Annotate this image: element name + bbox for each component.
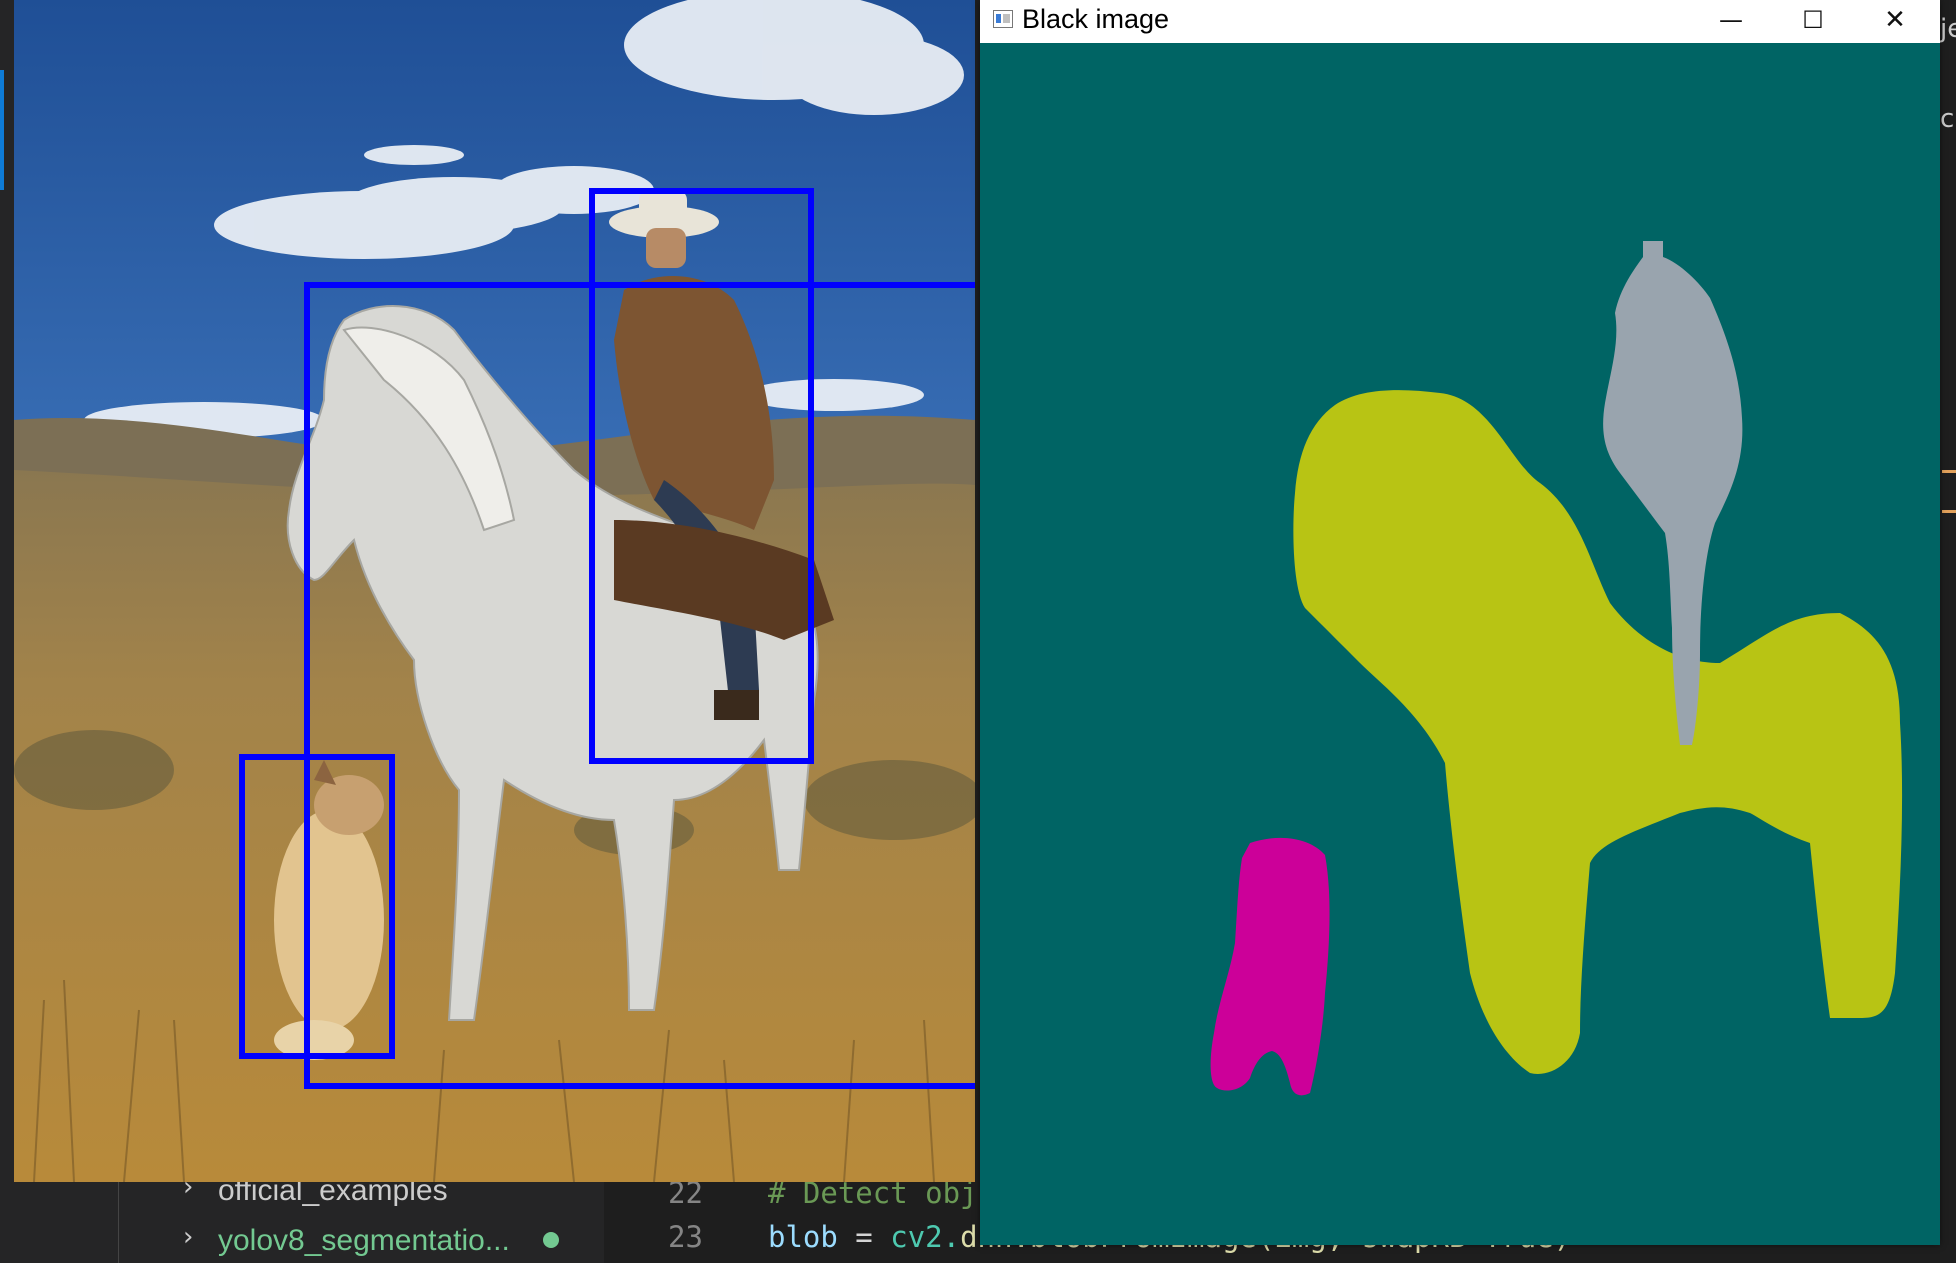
tab-fragment: je xyxy=(1940,14,1956,44)
minimize-button[interactable]: — xyxy=(1690,0,1772,43)
diff-marker xyxy=(1942,470,1956,473)
app-window-icon xyxy=(993,10,1013,28)
maximize-button[interactable]: ☐ xyxy=(1772,0,1854,43)
close-button[interactable]: ✕ xyxy=(1854,0,1936,43)
tree-indent-guide xyxy=(118,1170,119,1263)
window-title: Black image xyxy=(1022,4,1170,34)
explorer-item-yolov8-segmentation[interactable]: yolov8_segmentatio... xyxy=(218,1224,510,1258)
code-token-variable: blob xyxy=(768,1220,838,1254)
bbox-horse xyxy=(304,282,975,1089)
bbox-dog xyxy=(239,754,395,1059)
text-fragment: c xyxy=(1940,104,1955,134)
mask-canvas xyxy=(980,43,1940,1245)
line-number: 23 xyxy=(668,1220,703,1254)
diff-marker xyxy=(1942,510,1956,513)
window-titlebar[interactable]: Black image — ☐ ✕ xyxy=(980,0,1940,43)
code-token-module: cv2. xyxy=(890,1220,961,1254)
activity-bar-accent xyxy=(0,70,4,190)
detection-image-window xyxy=(14,0,975,1182)
chevron-right-icon[interactable]: › xyxy=(183,1222,193,1252)
modified-indicator xyxy=(543,1232,559,1248)
code-token-operator: = xyxy=(837,1220,891,1254)
segmentation-mask-window[interactable]: Black image — ☐ ✕ xyxy=(980,0,1940,1245)
mask-svg xyxy=(980,43,1940,1245)
